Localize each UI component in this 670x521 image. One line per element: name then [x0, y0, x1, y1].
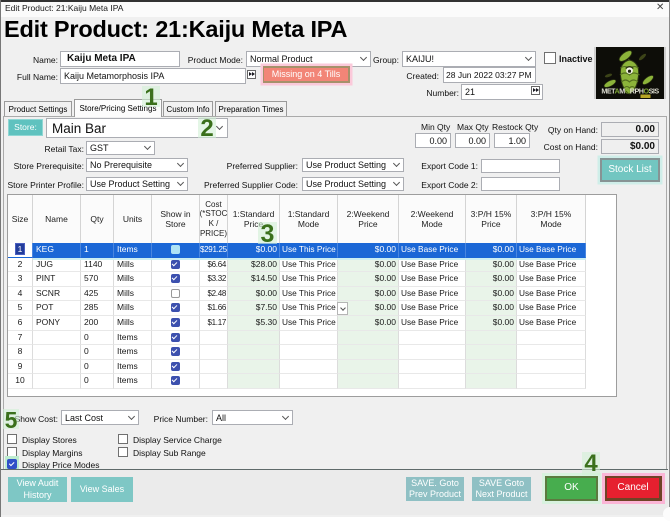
- svg-text:METAMORPHOSIS: METAMORPHOSIS: [601, 87, 659, 96]
